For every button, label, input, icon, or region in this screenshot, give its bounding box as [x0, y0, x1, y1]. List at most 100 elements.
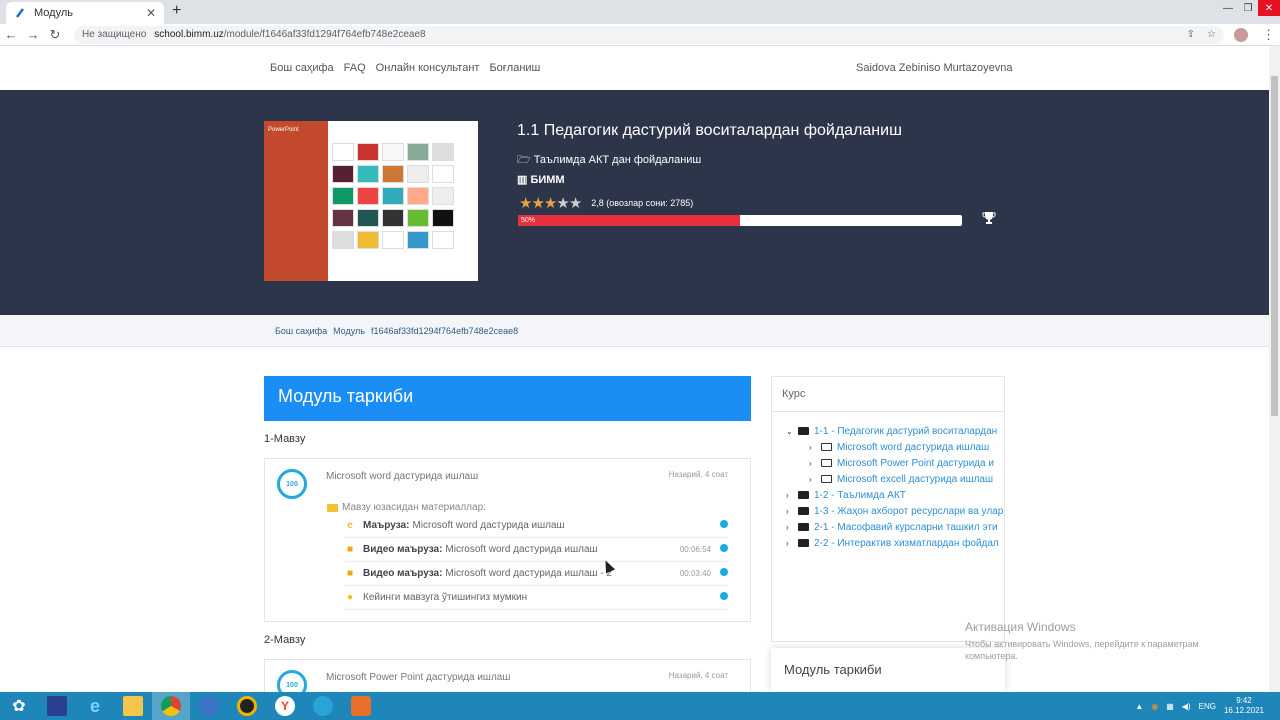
chevron-right-icon[interactable]: ›: [809, 459, 819, 468]
chevron-right-icon[interactable]: ›: [786, 507, 796, 516]
clock[interactable]: 9:42 16.12.2021: [1224, 696, 1264, 716]
tree-item-label[interactable]: 1-3 - Жаҳон ахборот ресурслари ва улар: [814, 506, 1003, 517]
breadcrumb-item[interactable]: Модуль: [333, 326, 365, 336]
breadcrumb-item[interactable]: Бош саҳифа: [275, 326, 327, 336]
file-explorer-icon[interactable]: [114, 692, 152, 720]
tree-item[interactable]: › 1-2 - Таълимда АКТ: [786, 487, 1004, 503]
insecure-label[interactable]: Не защищено: [82, 29, 146, 40]
maximize-icon[interactable]: ❐: [1238, 0, 1258, 16]
share-icon[interactable]: ⇪: [1187, 29, 1195, 40]
volume-icon[interactable]: ◀): [1182, 702, 1191, 711]
new-tab-icon[interactable]: +: [172, 2, 181, 20]
topic-title[interactable]: Microsoft word дастурида ишлаш: [326, 471, 478, 482]
star-icon[interactable]: ★: [569, 195, 582, 212]
trophy-icon[interactable]: [982, 211, 996, 225]
start-paw-icon[interactable]: ✿: [0, 692, 38, 720]
tray-app-icon[interactable]: ◉: [1151, 702, 1158, 711]
material-row[interactable]: e Маъруза: Microsoft word дастурида ишлаш: [345, 514, 728, 538]
tree-item[interactable]: › 2-1 - Масофавий курсларни ташкил эти: [786, 519, 1004, 535]
language-indicator[interactable]: ENG: [1199, 702, 1216, 711]
nav-link[interactable]: FAQ: [344, 62, 366, 74]
chrome-icon[interactable]: [152, 692, 190, 720]
video-icon: ■: [346, 544, 354, 555]
completed-check-icon: [720, 592, 728, 603]
browser-menu-icon[interactable]: ⋮: [1262, 27, 1275, 43]
tree-item-label[interactable]: Microsoft word дастурида ишлаш: [837, 442, 989, 453]
nav-links: Бош саҳифа FAQ Онлайн консультант Боғланиш: [270, 62, 540, 74]
chevron-right-icon[interactable]: ›: [786, 539, 796, 548]
template-tile: [332, 231, 354, 249]
chevron-right-icon[interactable]: ›: [786, 491, 796, 500]
tree-item-label[interactable]: 2-2 - Интерактив хизматлардан фойдал: [814, 538, 999, 549]
material-row[interactable]: ■ Видео маъруза: Microsoft word дастурида …: [345, 562, 728, 586]
browser-tabbar: Модуль ✕ + — ❐ ✕: [0, 0, 1280, 24]
forward-icon[interactable]: →: [22, 27, 44, 42]
tree-item-label[interactable]: Microsoft Power Point дастурида и: [837, 458, 994, 469]
rating-stars[interactable]: ★★★★★: [519, 194, 582, 212]
material-title[interactable]: Microsoft word дастурида ишлаш: [412, 520, 564, 531]
archive-app-icon[interactable]: [228, 692, 266, 720]
tab-close-icon[interactable]: ✕: [146, 6, 156, 20]
chevron-right-icon[interactable]: ›: [809, 475, 819, 484]
material-row[interactable]: ■ Видео маъруза: Microsoft word дастурида …: [345, 538, 728, 562]
tree-item-label[interactable]: 1-2 - Таълимда АКТ: [814, 490, 906, 501]
chevron-down-icon[interactable]: ⌄: [786, 427, 796, 436]
progress-fill: 50%: [518, 215, 740, 226]
tree-item-child[interactable]: › Microsoft Power Point дастурида и: [786, 455, 1004, 471]
template-tile: [332, 209, 354, 227]
star-icon[interactable]: ★: [531, 195, 544, 212]
completed-check-icon: [720, 520, 728, 531]
material-title[interactable]: Microsoft word дастурида ишлаш: [445, 544, 597, 555]
module-hero: PowerPoint 1.1 Педагогик дастурий восита…: [0, 90, 1269, 315]
material-row[interactable]: ● Кейинги мавзуга ўтишингиз мумкин: [345, 586, 728, 610]
material-title[interactable]: Кейинги мавзуга ўтишингиз мумкин: [363, 592, 527, 603]
save-disk-icon[interactable]: [38, 692, 76, 720]
window-close-icon[interactable]: ✕: [1258, 0, 1280, 16]
completion-badge: 100: [277, 469, 307, 499]
material-title[interactable]: Microsoft word дастурида ишлаш - 2: [445, 568, 612, 579]
template-tile: [382, 187, 404, 205]
activation-title: Активация Windows: [965, 620, 1076, 634]
reload-icon[interactable]: ↻: [44, 27, 66, 43]
tree-item-label[interactable]: Microsoft excell дастурида ишлаш: [837, 474, 993, 485]
tree-item-label[interactable]: 1-1 - Педагогик дастурий воситалардан: [814, 426, 997, 437]
network-icon[interactable]: ▦: [1166, 702, 1174, 711]
user-name[interactable]: Saidova Zebiniso Murtazoyevna: [856, 62, 1013, 74]
telegram-icon[interactable]: [304, 692, 342, 720]
tree-item-label[interactable]: 2-1 - Масофавий курсларни ташкил эти: [814, 522, 998, 533]
url-input[interactable]: Не защищено school.bimm.uz/module/f1646a…: [74, 25, 1224, 44]
globe-icon[interactable]: [190, 692, 228, 720]
topic-meta: Назарий, 4 соат: [668, 470, 728, 479]
tree-item-child[interactable]: › Microsoft excell дастурида ишлаш: [786, 471, 1004, 487]
chevron-right-icon[interactable]: ›: [809, 443, 819, 452]
folder-icon: [798, 507, 809, 515]
nav-link[interactable]: Бош саҳифа: [270, 62, 334, 74]
bookmark-star-icon[interactable]: ☆: [1207, 29, 1216, 40]
star-icon[interactable]: ★: [519, 195, 532, 212]
site-navbar: Бош саҳифа FAQ Онлайн консультант Боғланиш …: [0, 46, 1269, 90]
internet-explorer-icon[interactable]: e: [76, 692, 114, 720]
screen-recorder-icon[interactable]: [342, 692, 380, 720]
star-icon[interactable]: ★: [556, 195, 569, 212]
tree-item-child[interactable]: › Microsoft word дастурида ишлаш: [786, 439, 1004, 455]
folder-icon: [798, 539, 809, 547]
topic-title[interactable]: Microsoft Power Point дастурида ишлаш: [326, 672, 510, 683]
scrollbar-thumb[interactable]: [1271, 76, 1278, 416]
star-icon[interactable]: ★: [544, 195, 557, 212]
yandex-browser-icon[interactable]: Y: [266, 692, 304, 720]
tree-item[interactable]: › 1-3 - Жаҳон ахборот ресурслари ва улар: [786, 503, 1004, 519]
template-tile: [407, 187, 429, 205]
tray-expand-icon[interactable]: ▲: [1135, 702, 1143, 711]
profile-avatar[interactable]: [1234, 27, 1248, 42]
browser-tab[interactable]: Модуль ✕: [6, 2, 164, 24]
nav-link[interactable]: Боғланиш: [489, 62, 540, 74]
tree-item[interactable]: › 2-2 - Интерактив хизматлардан фойдал: [786, 535, 1004, 551]
folder-icon: [821, 475, 832, 483]
back-icon[interactable]: ←: [0, 27, 22, 42]
module-category: 🗁 Таълимда АКТ дан фойдаланиш: [517, 154, 702, 166]
page-scrollbar[interactable]: [1269, 46, 1280, 692]
nav-link[interactable]: Онлайн консультант: [376, 62, 480, 74]
chevron-right-icon[interactable]: ›: [786, 523, 796, 532]
tree-item[interactable]: ⌄ 1-1 - Педагогик дастурий воситалардан: [786, 423, 1004, 439]
minimize-icon[interactable]: —: [1218, 0, 1238, 16]
